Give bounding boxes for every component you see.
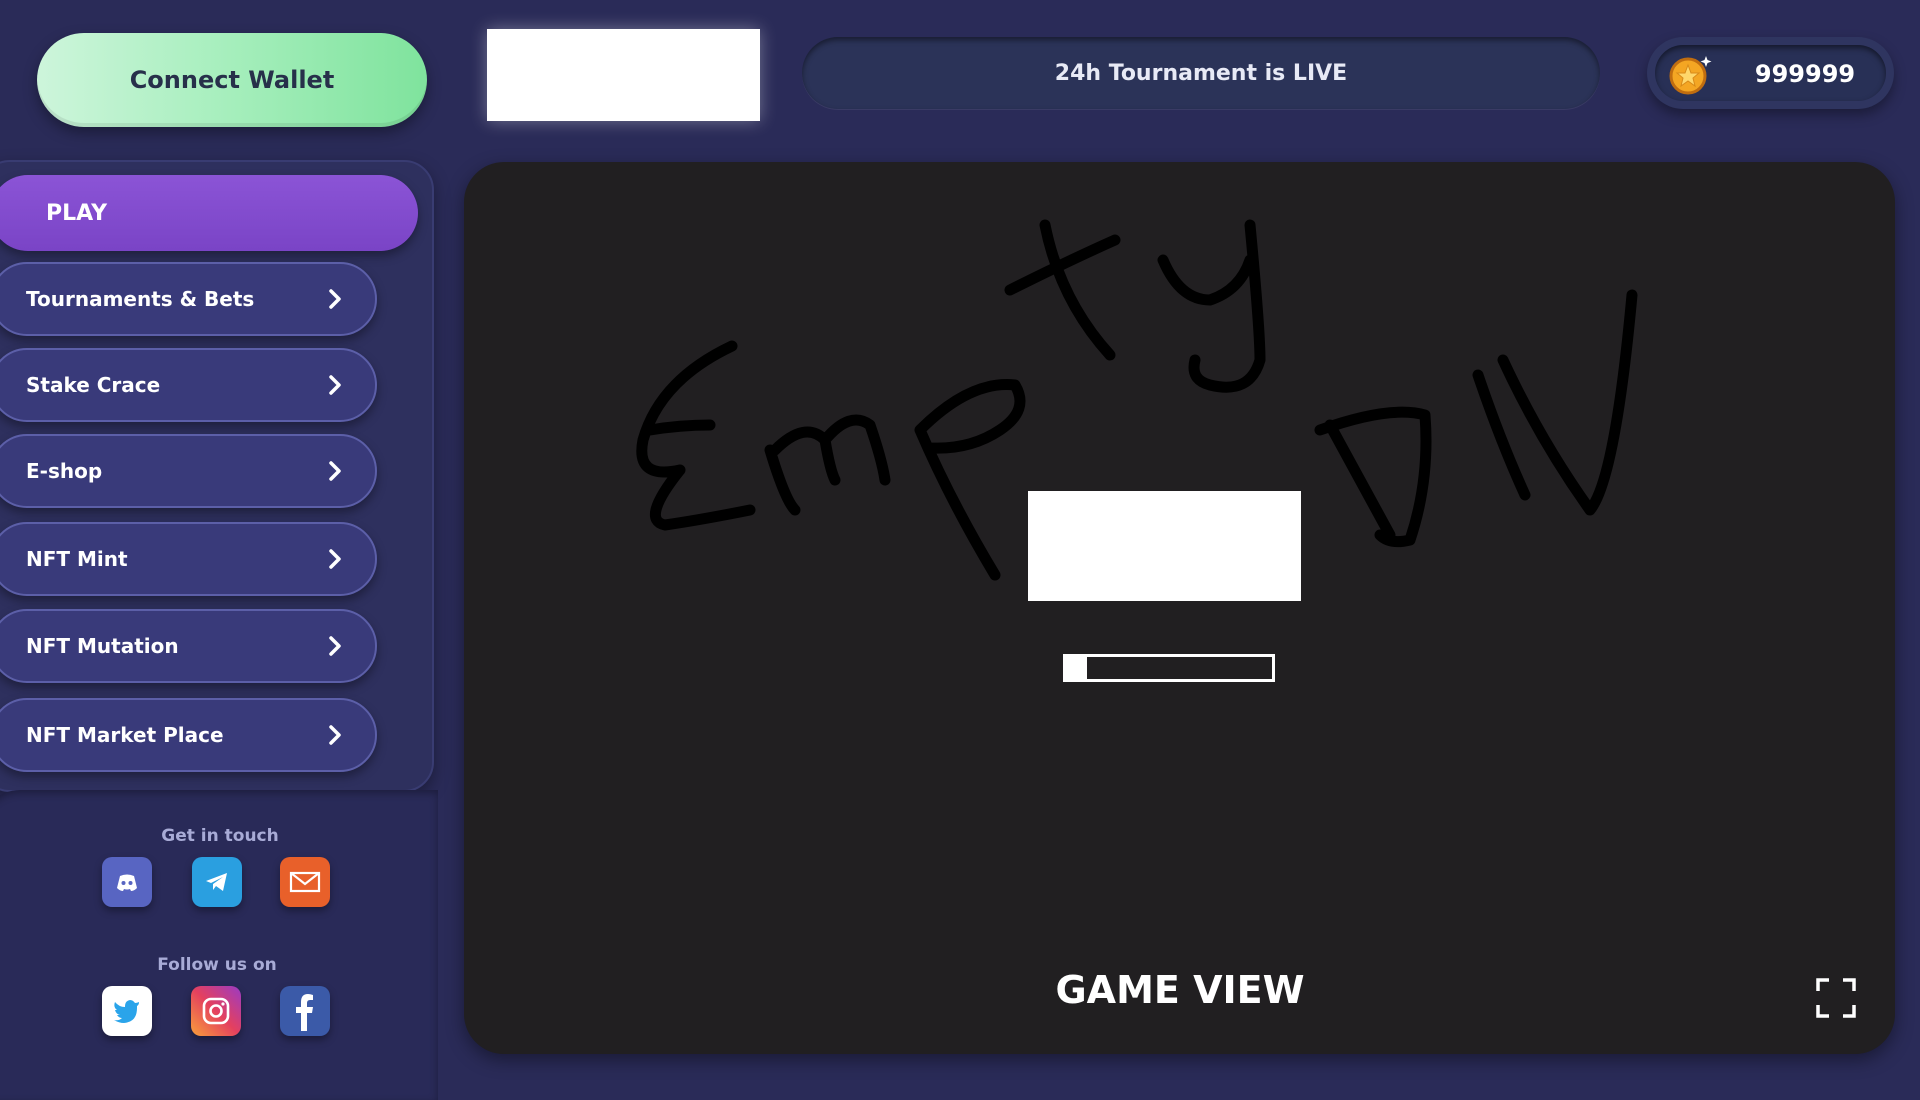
sidebar-item-nft-market-place[interactable]: NFT Market Place	[0, 698, 377, 772]
twitter-icon	[114, 1000, 139, 1023]
instagram-button[interactable]	[191, 986, 241, 1036]
loading-progress-fill	[1066, 657, 1087, 679]
loading-progress-bar	[1063, 654, 1275, 682]
sidebar-item-label: Tournaments & Bets	[26, 287, 255, 311]
chevron-right-icon	[329, 375, 341, 395]
sidebar-item-tournaments-bets[interactable]: Tournaments & Bets	[0, 262, 377, 336]
chevron-right-icon	[329, 289, 341, 309]
game-view-label: GAME VIEW	[1055, 968, 1305, 1012]
connect-wallet-button[interactable]: Connect Wallet	[37, 33, 427, 127]
sidebar-item-label: E-shop	[26, 459, 103, 483]
sidebar-item-stake-crace[interactable]: Stake Crace	[0, 348, 377, 422]
logo-placeholder	[487, 29, 760, 121]
chevron-right-icon	[329, 725, 341, 745]
telegram-icon	[206, 873, 227, 891]
instagram-icon	[202, 997, 230, 1025]
follow-us-label: Follow us on	[157, 955, 277, 975]
fullscreen-icon[interactable]	[1816, 978, 1856, 1018]
twitter-button[interactable]	[102, 986, 152, 1036]
sidebar-item-play[interactable]: PLAY	[0, 175, 418, 251]
chevron-right-icon	[329, 636, 341, 656]
sidebar-item-nft-mutation[interactable]: NFT Mutation	[0, 609, 377, 683]
chevron-right-icon	[329, 461, 341, 481]
sidebar-item-label: NFT Mutation	[26, 634, 179, 658]
facebook-icon	[296, 994, 313, 1031]
sidebar-item-label: NFT Mint	[26, 547, 128, 571]
tournament-live-banner[interactable]: 24h Tournament is LIVE	[802, 37, 1600, 109]
email-button[interactable]	[280, 857, 330, 907]
sidebar-item-label: NFT Market Place	[26, 723, 224, 747]
coin-icon	[1669, 56, 1712, 95]
sidebar-item-nft-mint[interactable]: NFT Mint	[0, 522, 377, 596]
sidebar-item-e-shop[interactable]: E-shop	[0, 434, 377, 508]
discord-icon	[117, 874, 137, 891]
coin-balance-value: 999999	[1754, 60, 1856, 88]
game-placeholder-box	[1028, 491, 1301, 601]
get-in-touch-label: Get in touch	[161, 826, 279, 846]
discord-button[interactable]	[102, 857, 152, 907]
telegram-button[interactable]	[192, 857, 242, 907]
email-icon	[289, 871, 321, 893]
chevron-right-icon	[329, 549, 341, 569]
facebook-button[interactable]	[280, 986, 330, 1036]
sidebar-item-label: Stake Crace	[26, 373, 161, 397]
